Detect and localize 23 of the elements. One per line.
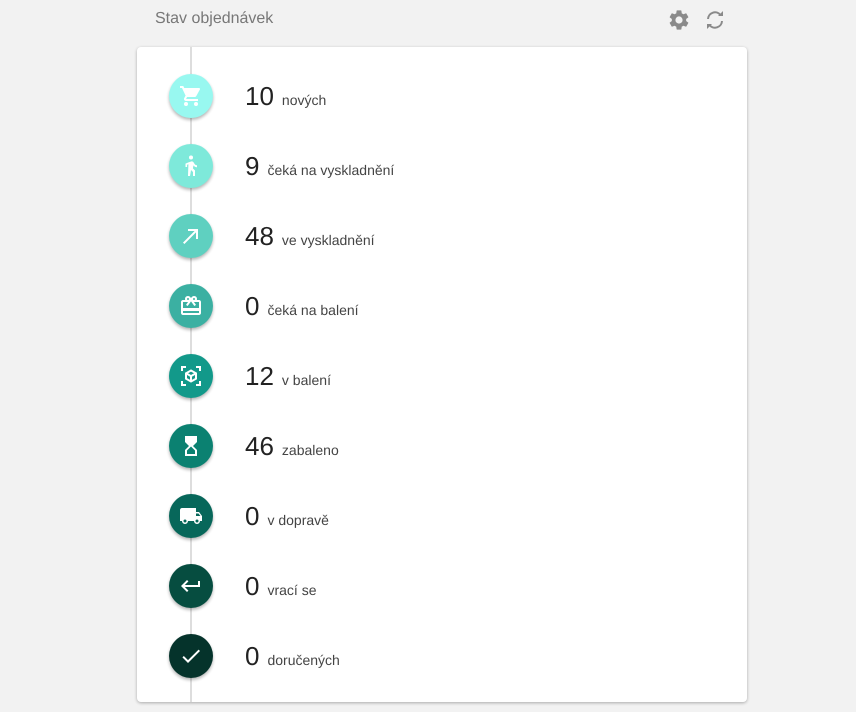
- status-count: 0: [245, 291, 260, 321]
- status-count: 9: [245, 151, 260, 181]
- status-label: vrací se: [267, 582, 316, 598]
- status-label: doručených: [267, 652, 340, 668]
- status-label: v dopravě: [267, 512, 329, 528]
- status-count: 10: [245, 81, 274, 111]
- cube-scan-icon: [179, 364, 203, 388]
- settings-icon[interactable]: [667, 8, 691, 32]
- status-count: 0: [245, 641, 260, 671]
- status-count: 46: [245, 431, 274, 461]
- status-label: čeká na vyskladnění: [267, 162, 394, 178]
- status-count: 12: [245, 361, 274, 391]
- cart-icon: [179, 84, 203, 108]
- section-title: Stav objednávek: [155, 9, 274, 29]
- status-label: zabaleno: [282, 442, 339, 458]
- status-label: nových: [282, 92, 326, 108]
- status-count: 48: [245, 221, 274, 251]
- status-label: čeká na balení: [267, 302, 359, 318]
- status-count: 0: [245, 501, 260, 531]
- status-count: 0: [245, 571, 260, 601]
- status-label: v balení: [282, 372, 331, 388]
- status-label: ve vyskladnění: [282, 232, 375, 248]
- gift-card-icon: [179, 294, 203, 318]
